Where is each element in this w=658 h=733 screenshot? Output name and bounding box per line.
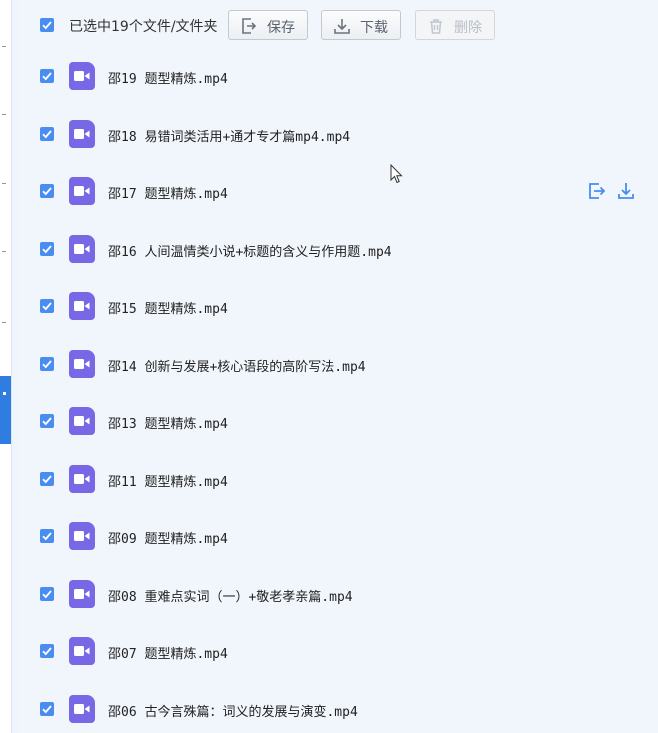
select-all-checkbox[interactable] <box>40 18 54 32</box>
row-save-icon[interactable] <box>587 181 607 201</box>
video-file-icon <box>69 292 95 320</box>
file-row[interactable]: 邵11 题型精炼.mp4 <box>0 465 658 500</box>
check-icon <box>42 187 52 196</box>
file-name[interactable]: 邵14 创新与发展+核心语段的高阶写法.mp4 <box>108 356 366 375</box>
file-name[interactable]: 邵06 古今言殊篇：词义的发展与演变.mp4 <box>108 701 358 720</box>
check-icon <box>42 475 52 484</box>
file-row[interactable]: 邵08 重难点实词（一）+敬老孝亲篇.mp4 <box>0 580 658 615</box>
check-icon <box>42 532 52 541</box>
video-file-icon <box>69 465 95 493</box>
check-icon <box>42 360 52 369</box>
file-checkbox[interactable] <box>40 242 54 256</box>
delete-button-label: 删除 <box>454 20 482 36</box>
video-file-icon <box>69 235 95 263</box>
file-row[interactable]: 邵15 题型精炼.mp4 <box>0 292 658 327</box>
check-icon <box>42 21 52 30</box>
video-file-icon <box>69 350 95 378</box>
file-row[interactable]: 邵18 易错词类活用+通才专才篇mp4.mp4 <box>0 120 658 155</box>
file-checkbox[interactable] <box>40 127 54 141</box>
file-checkbox[interactable] <box>40 414 54 428</box>
delete-button[interactable]: 删除 <box>415 10 495 40</box>
file-checkbox[interactable] <box>40 702 54 716</box>
check-icon <box>42 417 52 426</box>
file-checkbox[interactable] <box>40 587 54 601</box>
nav-marker <box>2 114 6 115</box>
video-file-icon <box>69 522 95 550</box>
trash-icon <box>430 19 442 34</box>
file-name[interactable]: 邵19 题型精炼.mp4 <box>108 68 228 87</box>
file-checkbox[interactable] <box>40 357 54 371</box>
selection-count-text: 已选中19个文件/文件夹 <box>69 19 218 35</box>
file-checkbox[interactable] <box>40 184 54 198</box>
download-button-label: 下载 <box>360 20 388 36</box>
file-name[interactable]: 邵11 题型精炼.mp4 <box>108 471 228 490</box>
check-icon <box>42 705 52 714</box>
video-file-icon <box>69 120 95 148</box>
file-checkbox[interactable] <box>40 644 54 658</box>
file-checkbox[interactable] <box>40 299 54 313</box>
check-icon <box>42 130 52 139</box>
video-file-icon <box>69 695 95 723</box>
mouse-cursor-icon <box>390 164 403 184</box>
file-row[interactable]: 邵09 题型精炼.mp4 <box>0 522 658 557</box>
file-checkbox[interactable] <box>40 529 54 543</box>
file-name[interactable]: 邵18 易错词类活用+通才专才篇mp4.mp4 <box>108 126 350 145</box>
file-name[interactable]: 邵09 题型精炼.mp4 <box>108 528 228 547</box>
file-name[interactable]: 邵13 题型精炼.mp4 <box>108 413 228 432</box>
file-row[interactable]: 邵19 题型精炼.mp4 <box>0 62 658 97</box>
file-name[interactable]: 邵16 人间温情类小说+标题的含义与作用题.mp4 <box>108 241 392 260</box>
save-to-icon <box>242 18 257 34</box>
check-icon <box>42 647 52 656</box>
file-checkbox[interactable] <box>40 472 54 486</box>
video-file-icon <box>69 580 95 608</box>
file-name[interactable]: 邵15 题型精炼.mp4 <box>108 298 228 317</box>
file-row[interactable]: 邵13 题型精炼.mp4 <box>0 407 658 442</box>
file-name[interactable]: 邵17 题型精炼.mp4 <box>108 183 228 202</box>
download-button[interactable]: 下载 <box>321 10 401 40</box>
save-button[interactable]: 保存 <box>228 10 308 40</box>
video-file-icon <box>69 62 95 90</box>
file-checkbox[interactable] <box>40 69 54 83</box>
file-name[interactable]: 邵08 重难点实词（一）+敬老孝亲篇.mp4 <box>108 586 353 605</box>
check-icon <box>42 302 52 311</box>
file-row[interactable]: 邵14 创新与发展+核心语段的高阶写法.mp4 <box>0 350 658 385</box>
file-row[interactable]: 邵17 题型精炼.mp4 <box>0 177 658 212</box>
check-icon <box>42 72 52 81</box>
file-row[interactable]: 邵07 题型精炼.mp4 <box>0 637 658 672</box>
save-button-label: 保存 <box>267 20 295 36</box>
download-icon <box>334 19 350 34</box>
check-icon <box>42 590 52 599</box>
file-name[interactable]: 邵07 题型精炼.mp4 <box>108 643 228 662</box>
nav-marker <box>2 46 6 47</box>
file-row[interactable]: 邵16 人间温情类小说+标题的含义与作用题.mp4 <box>0 235 658 270</box>
video-file-icon <box>69 407 95 435</box>
file-row[interactable]: 邵06 古今言殊篇：词义的发展与演变.mp4 <box>0 695 658 730</box>
row-download-icon[interactable] <box>616 181 636 201</box>
video-file-icon <box>69 637 95 665</box>
video-file-icon <box>69 177 95 205</box>
check-icon <box>42 245 52 254</box>
